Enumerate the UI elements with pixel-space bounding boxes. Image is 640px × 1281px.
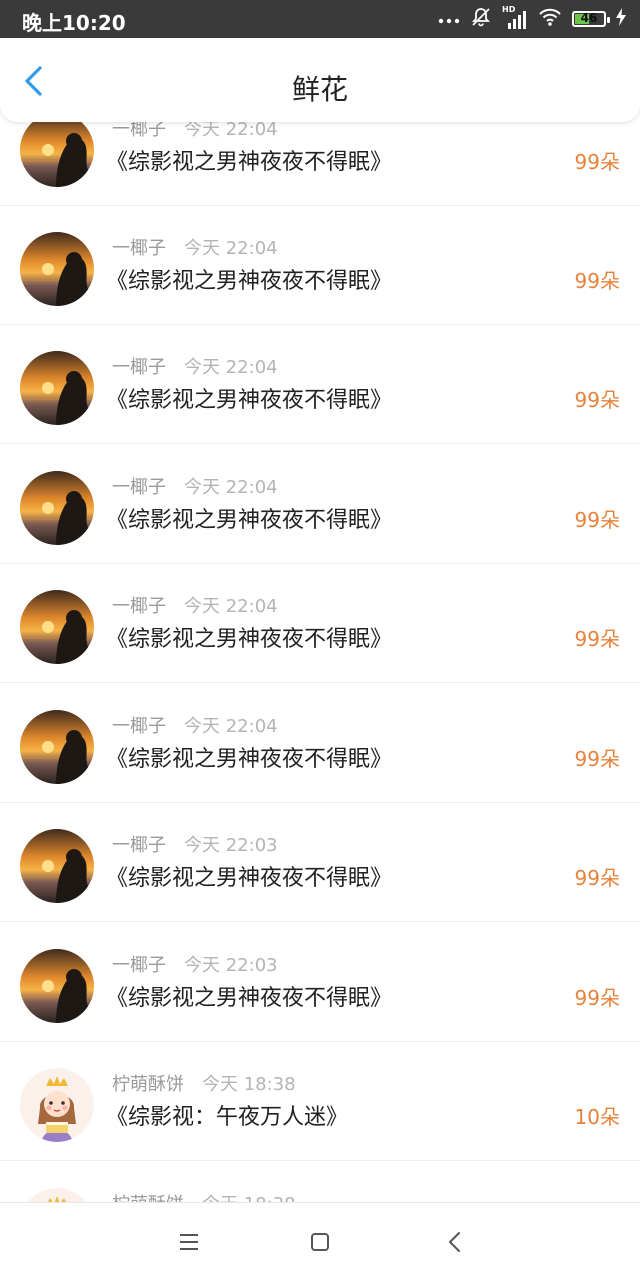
user-name[interactable]: 一椰子 <box>112 955 166 976</box>
user-name[interactable]: 一椰子 <box>112 357 166 378</box>
entry-meta: 柠萌酥饼 今天 18:38 <box>112 1190 296 1202</box>
system-nav-bar <box>0 1202 640 1281</box>
user-avatar[interactable] <box>20 710 94 784</box>
entry-time: 今天 22:04 <box>184 122 278 140</box>
flower-count: 99朵 <box>574 747 620 771</box>
user-avatar[interactable] <box>20 232 94 306</box>
nav-bar: 鲜花 <box>0 38 640 122</box>
flower-count: 99朵 <box>574 986 620 1010</box>
flower-count: 99朵 <box>574 150 620 174</box>
divider <box>0 443 640 444</box>
book-title[interactable]: 《综影视：午夜万人迷》 <box>106 1099 348 1131</box>
entry-meta: 一椰子 今天 22:04 <box>112 234 278 260</box>
status-icons: HD 46 <box>438 5 626 32</box>
home-square-icon <box>311 1233 329 1251</box>
dots-icon <box>438 10 460 29</box>
notifications-muted-icon <box>470 6 492 32</box>
entry-time: 今天 22:04 <box>184 477 278 498</box>
flower-count: 99朵 <box>574 269 620 293</box>
user-name[interactable]: 一椰子 <box>112 716 166 737</box>
user-name[interactable]: 一椰子 <box>112 238 166 259</box>
entry-time: 今天 22:04 <box>184 596 278 617</box>
user-avatar[interactable] <box>20 949 94 1023</box>
book-title[interactable]: 《综影视之男神夜夜不得眠》 <box>106 263 392 295</box>
list-item[interactable]: 一椰子 今天 22:03 《综影视之男神夜夜不得眠》 99朵 <box>0 803 640 922</box>
user-avatar[interactable] <box>20 1068 94 1142</box>
user-avatar[interactable] <box>20 471 94 545</box>
menu-icon <box>180 1234 198 1250</box>
user-avatar[interactable] <box>20 590 94 664</box>
book-title[interactable]: 《综影视之男神夜夜不得眠》 <box>106 860 392 892</box>
entry-time: 今天 22:04 <box>184 716 278 737</box>
entry-meta: 一椰子 今天 22:03 <box>112 951 278 977</box>
user-avatar[interactable] <box>20 122 94 187</box>
user-name[interactable]: 柠萌酥饼 <box>112 1194 184 1202</box>
entry-time: 今天 18:38 <box>202 1074 296 1095</box>
entry-meta: 一椰子 今天 22:04 <box>112 353 278 379</box>
book-title[interactable]: 《综影视之男神夜夜不得眠》 <box>106 502 392 534</box>
user-avatar[interactable] <box>20 1188 94 1202</box>
list-item[interactable]: 柠萌酥饼 今天 18:38 <box>0 1162 640 1202</box>
book-title[interactable]: 《综影视之男神夜夜不得眠》 <box>106 144 392 176</box>
list-item[interactable]: 一椰子 今天 22:04 《综影视之男神夜夜不得眠》 99朵 <box>0 684 640 803</box>
flower-count: 99朵 <box>574 508 620 532</box>
flower-count: 10朵 <box>574 1105 620 1129</box>
entry-time: 今天 22:03 <box>184 835 278 856</box>
list-item[interactable]: 一椰子 今天 22:04 《综影视之男神夜夜不得眠》 99朵 <box>0 122 640 206</box>
user-name[interactable]: 一椰子 <box>112 122 166 140</box>
user-avatar[interactable] <box>20 351 94 425</box>
signal-icon: HD <box>502 5 528 30</box>
list-item[interactable]: 一椰子 今天 22:04 《综影视之男神夜夜不得眠》 99朵 <box>0 206 640 325</box>
battery-cap <box>607 17 610 23</box>
divider <box>0 1160 640 1161</box>
entry-time: 今天 22:04 <box>184 238 278 259</box>
book-title[interactable]: 《综影视之男神夜夜不得眠》 <box>106 741 392 773</box>
list-item[interactable]: 一椰子 今天 22:04 《综影视之男神夜夜不得眠》 99朵 <box>0 325 640 444</box>
flower-list[interactable]: 一椰子 今天 22:04 《综影视之男神夜夜不得眠》 99朵 一椰子 今天 22:0… <box>0 122 640 1202</box>
wifi-icon <box>538 7 562 31</box>
menu-button[interactable] <box>174 1227 204 1257</box>
entry-meta: 柠萌酥饼今天 18:38 <box>112 1070 296 1096</box>
status-bar: 晚上10:20 HD 46 <box>0 0 640 38</box>
list-item[interactable]: 一椰子 今天 22:04 《综影视之男神夜夜不得眠》 99朵 <box>0 445 640 564</box>
entry-meta: 一椰子 今天 22:04 <box>112 473 278 499</box>
page-title: 鲜花 <box>291 73 348 106</box>
home-button[interactable] <box>305 1227 335 1257</box>
status-time: 晚上10:20 <box>22 11 126 35</box>
entry-time: 今天 18:38 <box>202 1194 296 1202</box>
user-name[interactable]: 一椰子 <box>112 835 166 856</box>
charging-icon <box>616 8 626 30</box>
battery-level-text: 46 <box>580 11 598 25</box>
flower-count: 99朵 <box>574 866 620 890</box>
entry-meta: 一椰子 今天 22:04 <box>112 712 278 738</box>
divider <box>0 682 640 683</box>
entry-meta: 一椰子 今天 22:03 <box>112 831 278 857</box>
system-back-button[interactable] <box>440 1227 470 1257</box>
back-chevron-icon <box>449 1232 460 1252</box>
user-name[interactable]: 一椰子 <box>112 596 166 617</box>
flower-count: 99朵 <box>574 388 620 412</box>
list-item[interactable]: 柠萌酥饼 今天 18:38 《综影视：午夜万人迷》 10朵 <box>0 1042 640 1161</box>
book-title[interactable]: 《综影视之男神夜夜不得眠》 <box>106 980 392 1012</box>
user-name[interactable]: 一椰子 <box>112 477 166 498</box>
divider <box>0 921 640 922</box>
user-avatar[interactable] <box>20 829 94 903</box>
entry-time: 今天 22:04 <box>184 357 278 378</box>
entry-time: 今天 22:03 <box>184 955 278 976</box>
entry-meta: 一椰子 今天 22:04 <box>112 592 278 618</box>
list-item[interactable]: 一椰子 今天 22:03 《综影视之男神夜夜不得眠》 99朵 <box>0 923 640 1042</box>
entry-meta: 一椰子 今天 22:04 <box>112 122 278 141</box>
book-title[interactable]: 《综影视之男神夜夜不得眠》 <box>106 621 392 653</box>
list-item[interactable]: 一椰子 今天 22:04 《综影视之男神夜夜不得眠》 99朵 <box>0 564 640 683</box>
battery-icon: 46 <box>572 11 610 27</box>
book-title[interactable]: 《综影视之男神夜夜不得眠》 <box>106 382 392 414</box>
user-name[interactable]: 柠萌酥饼 <box>112 1074 184 1095</box>
flower-count: 99朵 <box>574 627 620 651</box>
